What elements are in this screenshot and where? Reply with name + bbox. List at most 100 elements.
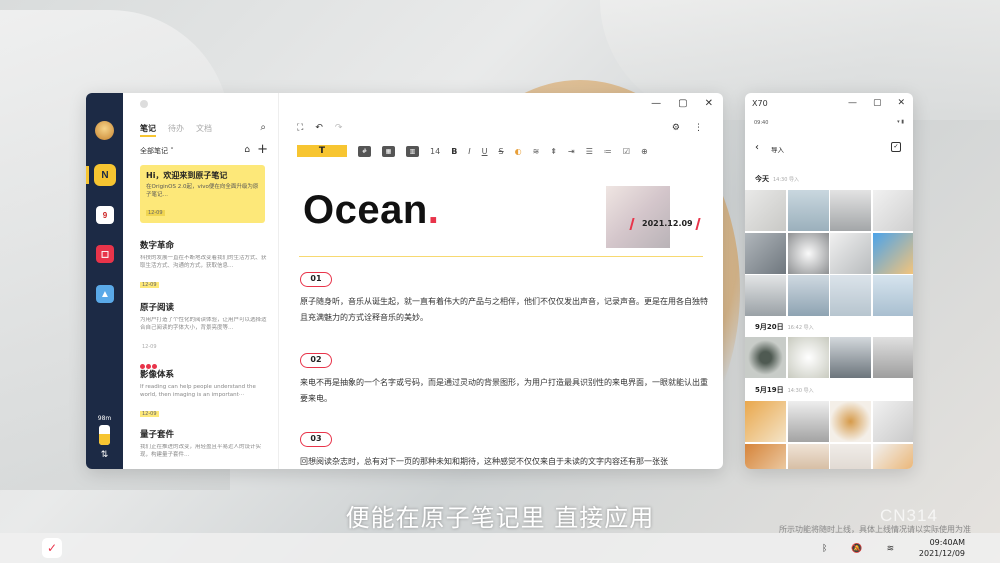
note-date: 12-09 — [140, 411, 159, 417]
date-decoration — [695, 218, 701, 230]
photo-thumbnail[interactable] — [830, 190, 871, 231]
undo-icon[interactable]: ↶ — [315, 123, 323, 133]
close-icon[interactable]: ✕ — [705, 98, 713, 109]
more-format-icon[interactable]: ⊕ — [641, 147, 648, 156]
rail-selection-indicator — [86, 166, 89, 184]
maximize-icon[interactable]: ▢ — [873, 98, 882, 108]
cover-image — [606, 186, 670, 248]
photo-thumbnail[interactable] — [745, 190, 786, 231]
sync-icon[interactable]: ⇅ — [98, 450, 111, 460]
back-icon[interactable]: ‹ — [755, 142, 759, 153]
photo-thumbnail[interactable] — [830, 232, 871, 274]
note-card-welcome[interactable]: Hi，欢迎来到原子笔记 在OriginOS 2.0起，vivo便在向全面升级为原… — [140, 165, 265, 223]
note-date: 12-09 — [146, 210, 165, 217]
heading-icon[interactable]: ⇞ — [550, 147, 557, 156]
photo-thumbnail[interactable] — [872, 337, 913, 378]
tag-icon[interactable]: ⌂ — [244, 145, 250, 155]
photo-thumbnail[interactable] — [830, 443, 871, 469]
notes-app-icon[interactable]: N — [96, 166, 114, 184]
photo-thumbnail[interactable] — [787, 443, 829, 469]
photo-thumbnail[interactable] — [787, 337, 829, 378]
note-item[interactable]: 量子套件 我们正在推进的改变，用轻盈且平易近人的设计实现，构建量子套件… 12-… — [140, 428, 268, 469]
minimize-icon[interactable]: — — [848, 98, 857, 108]
font-size[interactable]: 14 — [430, 147, 440, 156]
photo-thumbnail[interactable] — [872, 232, 913, 274]
bluetooth-icon[interactable]: ᛒ — [822, 544, 827, 554]
settings-icon[interactable]: ⚙ — [672, 123, 680, 133]
status-time: 09:40 — [754, 120, 769, 126]
photo-thumbnail[interactable] — [872, 190, 913, 231]
tab-notes[interactable]: 笔记 — [140, 123, 156, 137]
photo-thumbnail[interactable] — [787, 232, 829, 274]
date-header: 9月20日 16:42 导入 — [755, 323, 814, 331]
add-note-icon[interactable]: + — [257, 142, 268, 157]
start-logo-icon[interactable]: ✓ — [42, 538, 62, 558]
document-date: 2021.12.09 — [642, 219, 693, 228]
calendar-app-icon[interactable]: 9 — [96, 206, 114, 224]
note-title: 原子阅读 — [140, 303, 175, 313]
photo-thumbnail[interactable] — [872, 401, 913, 442]
photo-thumbnail[interactable] — [745, 275, 786, 316]
note-item[interactable]: 原子阅读 为用户打造了个性化的阅读体验，让用户可以选择适合自己阅读的字体大小，背… — [140, 301, 268, 373]
photo-thumbnail[interactable] — [745, 401, 786, 442]
photo-thumbnail[interactable] — [787, 401, 829, 442]
tab-docs[interactable]: 文档 — [196, 123, 212, 134]
clear-format-icon[interactable]: ≋ — [533, 147, 540, 156]
photo-thumbnail[interactable] — [830, 275, 871, 316]
tab-todo[interactable]: 待办 — [168, 123, 184, 134]
avatar[interactable] — [95, 121, 114, 140]
note-item[interactable]: 影像体系 If reading can help people understa… — [140, 368, 268, 419]
photo-thumbnail[interactable] — [745, 337, 786, 378]
color-icon[interactable]: ◐ — [515, 147, 522, 156]
note-desc: If reading can help people understand th… — [140, 384, 256, 398]
note-item[interactable]: 数字革命 科技的发展一直在不断地改变着我们的生活方式、获取生活方式、沟通的方式，… — [140, 239, 268, 290]
memory-label: 98m — [97, 415, 112, 422]
note-title: 数字革命 — [140, 241, 175, 251]
bold-button[interactable]: B — [451, 147, 457, 156]
select-icon[interactable]: ✓ — [891, 142, 901, 152]
photo-thumbnail[interactable] — [872, 275, 913, 316]
gallery-app-icon[interactable]: ▲ — [96, 285, 114, 303]
underline-button[interactable]: U — [482, 147, 488, 156]
mute-icon[interactable]: 🔕 — [851, 544, 862, 554]
photo-thumbnail[interactable] — [787, 275, 829, 316]
text-style-button[interactable]: T — [297, 145, 347, 157]
checkbox-icon[interactable]: ☑ — [623, 147, 630, 156]
photo-thumbnail[interactable] — [787, 190, 829, 231]
strikethrough-button[interactable]: S — [499, 147, 504, 156]
photo-thumbnail[interactable] — [830, 401, 871, 442]
note-date: 12-09 — [142, 344, 157, 350]
photo-thumbnail[interactable] — [745, 443, 786, 469]
note-filter-dropdown[interactable]: 全部笔记 ˅ — [140, 146, 174, 156]
search-icon[interactable]: ⌕ — [260, 122, 266, 133]
photo-thumbnail[interactable] — [872, 443, 913, 469]
note-title: 影像体系 — [140, 370, 175, 380]
section-text: 回想阅读杂志时，总有对下一页的那种未知和期待，这种感觉不仅仅来自于未读的文字内容… — [300, 457, 668, 466]
wifi-icon[interactable]: ≋ — [887, 544, 895, 554]
photo-thumbnail[interactable] — [745, 232, 786, 274]
note-desc: 科技的发展一直在不断地改变着我们的生活方式、获取生活方式、沟通的方式，获取信息… — [140, 255, 267, 269]
close-icon[interactable]: ✕ — [897, 98, 905, 108]
clock[interactable]: 09:40AM 2021/12/09 — [915, 537, 965, 559]
italic-button[interactable]: I — [468, 147, 470, 156]
window-dot-icon — [140, 100, 148, 108]
clock-time: 09:40AM — [929, 538, 965, 547]
bullet-list-icon[interactable]: ≔ — [604, 147, 612, 156]
indent-icon[interactable]: ⇥ — [568, 147, 575, 156]
redo-icon[interactable]: ↷ — [335, 123, 343, 133]
template-icon[interactable]: # — [358, 145, 371, 157]
date-header: 5月19日 14:30 导入 — [755, 386, 814, 394]
note-desc: 我们正在推进的改变，用轻盈且平易近人的设计实现，构建量子套件… — [140, 444, 262, 458]
image-icon[interactable]: ▦ — [382, 145, 395, 157]
maximize-icon[interactable]: ▢ — [678, 98, 687, 109]
fullscreen-icon[interactable]: ⛶ — [297, 123, 303, 133]
more-icon[interactable]: ⋮ — [694, 123, 703, 133]
numbered-list-icon[interactable]: ☰ — [586, 147, 593, 156]
book-icon[interactable]: ▥ — [406, 145, 419, 157]
editor-toolbar-right: ⚙ ⋮ — [672, 123, 703, 133]
photo-thumbnail[interactable] — [830, 337, 871, 378]
red-app-icon[interactable]: ◻ — [96, 245, 114, 263]
minimize-icon[interactable]: — — [651, 98, 661, 109]
note-list: 笔记 待办 文档 ⌕ 全部笔记 ˅ ⌂ + Hi，欢迎来到原子笔记 在Origi… — [123, 93, 279, 469]
section-badge: 02 — [300, 347, 332, 368]
